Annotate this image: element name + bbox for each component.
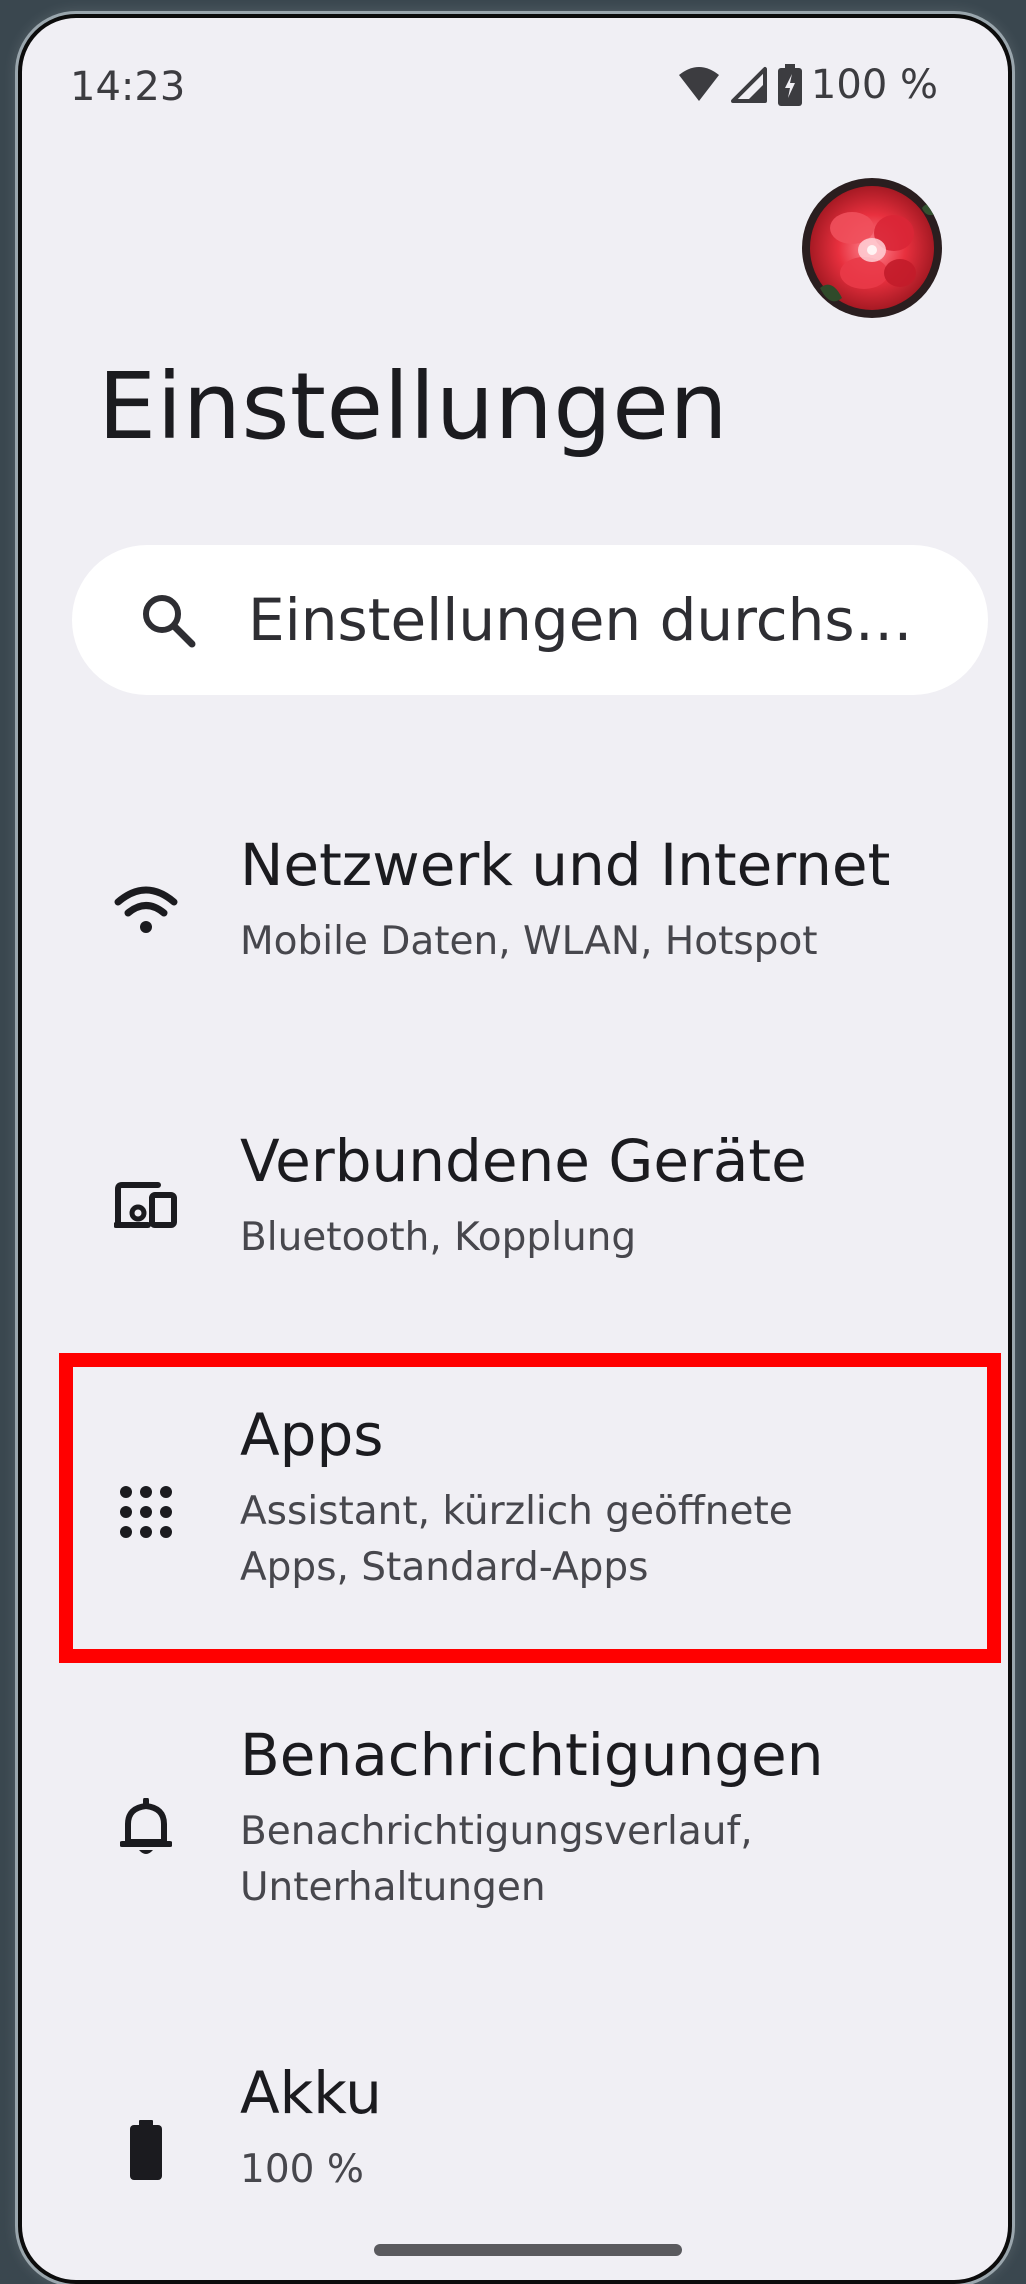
account-avatar[interactable] [802, 178, 942, 318]
phone-frame: 14:23 100 % Einstellungen Einstellungen … [18, 14, 1012, 2284]
highlight-box [59, 1353, 1001, 1663]
settings-item-text: Akku 100 % [240, 2058, 968, 2198]
battery-icon [114, 2118, 178, 2182]
settings-item-text: Verbundene Geräte Bluetooth, Kopplung [240, 1126, 968, 1266]
settings-item-title: Akku [240, 2059, 382, 2127]
status-icons: 100 % [677, 62, 938, 108]
settings-item-notifications[interactable]: Benachrichtigungen Benachrichtigungsverl… [22, 1708, 1008, 1968]
battery-percentage: 100 % [810, 62, 938, 108]
status-bar: 14:23 100 % [22, 18, 1008, 158]
settings-item-subtitle: Mobile Daten, WLAN, Hotspot [240, 919, 818, 964]
wifi-icon [114, 878, 178, 942]
search-input[interactable]: Einstellungen durchs… [248, 586, 913, 654]
settings-item-connected-devices[interactable]: Verbundene Geräte Bluetooth, Kopplung [22, 1114, 1008, 1314]
settings-item-title: Netzwerk und Internet [240, 831, 891, 899]
battery-charging-icon [777, 64, 802, 106]
search-icon [143, 595, 196, 648]
bell-icon [114, 1796, 178, 1860]
settings-item-subtitle: 100 % [240, 2147, 364, 2192]
settings-item-title: Verbundene Geräte [240, 1127, 807, 1195]
search-bar[interactable]: Einstellungen durchs… [72, 545, 988, 695]
status-time: 14:23 [70, 64, 186, 110]
settings-item-subtitle: Bluetooth, Kopplung [240, 1215, 637, 1260]
settings-item-battery[interactable]: Akku 100 % [22, 2046, 1008, 2246]
settings-item-text: Netzwerk und Internet Mobile Daten, WLAN… [240, 830, 968, 970]
settings-item-text: Benachrichtigungen Benachrichtigungsverl… [240, 1720, 968, 1916]
page-title: Einstellungen [98, 353, 729, 460]
connected-devices-icon [114, 1174, 178, 1238]
settings-item-network[interactable]: Netzwerk und Internet Mobile Daten, WLAN… [22, 818, 1008, 1018]
settings-item-title: Benachrichtigungen [240, 1721, 824, 1789]
wifi-icon [678, 67, 719, 101]
cell-signal-icon [730, 67, 767, 103]
settings-item-subtitle: Benachrichtigungsverlauf, Unterhaltungen [240, 1809, 753, 1910]
gesture-nav-handle[interactable] [374, 2244, 682, 2256]
